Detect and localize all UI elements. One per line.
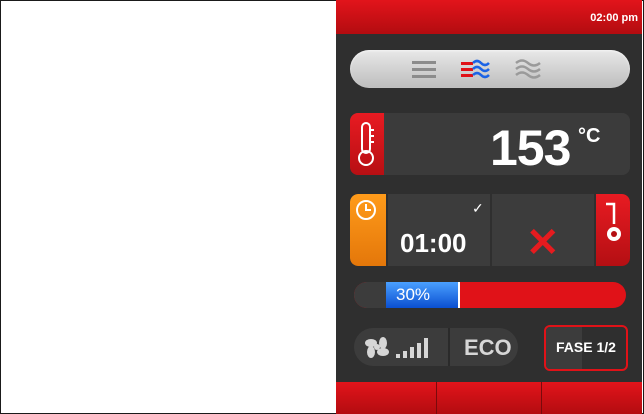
x-icon: ✕ [526, 221, 560, 265]
oven-control-panel: 02:00 pm 153 °C ✓ 01:00 ✕ 30% ECO FASE 1… [336, 0, 642, 414]
bottom-button-left[interactable] [336, 382, 436, 414]
cooking-mode-selector[interactable] [350, 50, 630, 88]
progress-label: 30% [396, 285, 431, 304]
bottom-button-center[interactable] [437, 382, 541, 414]
temperature-side-button[interactable] [350, 113, 384, 175]
fan-divider [448, 328, 450, 366]
timer-side-button[interactable] [350, 194, 386, 266]
phase-button[interactable]: FASE 1/2 [544, 325, 628, 371]
clock-icon [356, 200, 376, 220]
checkmark-icon: ✓ [472, 200, 484, 216]
core-probe-icon [606, 202, 621, 241]
top-status-bar: 02:00 pm [336, 0, 642, 34]
progress-bar-cap [354, 282, 386, 308]
timer-display[interactable]: ✓ 01:00 [388, 194, 490, 266]
eco-button[interactable]: ECO [464, 335, 512, 361]
clock-time: 02:00 pm [590, 12, 638, 24]
three-lines-icon[interactable] [410, 58, 438, 80]
phase-label: FASE 1/2 [556, 339, 616, 355]
temperature-value: 153 [490, 120, 571, 175]
bottom-bar [336, 382, 642, 414]
temperature-panel[interactable]: 153 °C [350, 113, 630, 175]
fan-icon[interactable] [364, 334, 390, 360]
bottom-button-right[interactable] [542, 382, 642, 414]
temperature-display[interactable]: 153 °C [386, 113, 630, 175]
fan-eco-control[interactable]: ECO [354, 328, 518, 366]
grey-waves-icon[interactable] [514, 58, 542, 80]
timer-probe-panel: ✓ 01:00 ✕ [350, 194, 630, 266]
timer-value: 01:00 [400, 228, 467, 258]
signal-bars-icon [396, 338, 428, 358]
core-probe-side-button[interactable] [596, 194, 630, 266]
red-blue-waves-icon[interactable] [460, 58, 490, 80]
temperature-unit: °C [578, 125, 601, 147]
core-probe-display[interactable]: ✕ [492, 194, 594, 266]
thermometer-icon [358, 122, 374, 166]
progress-bar: 30% [354, 282, 626, 308]
